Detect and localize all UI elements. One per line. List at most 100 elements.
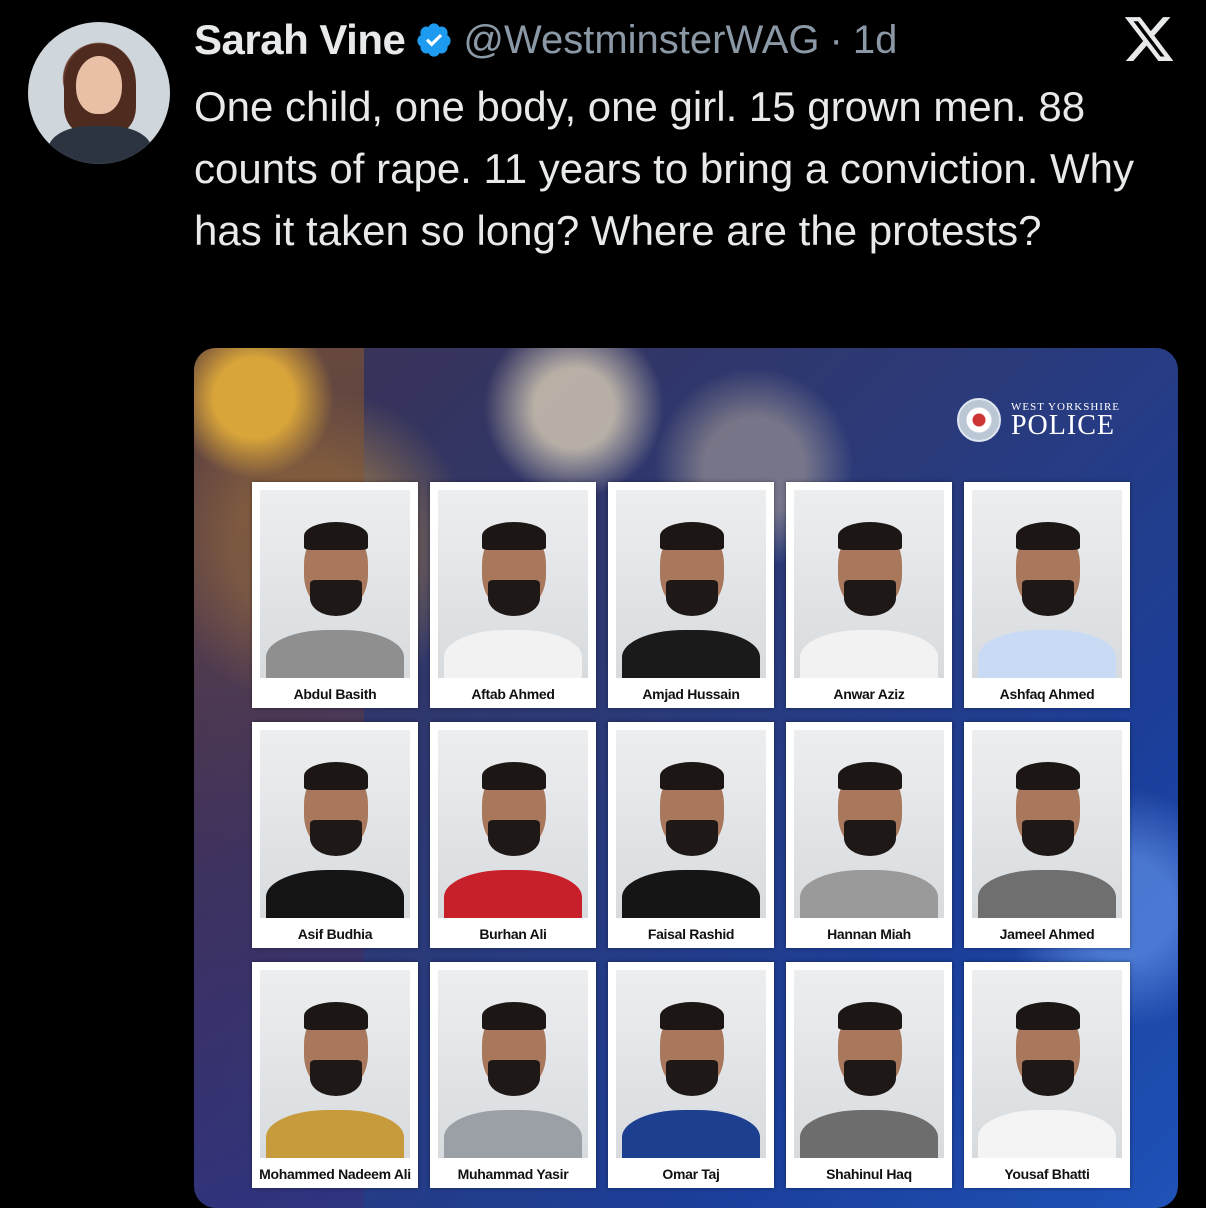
mugshot-shirt [444, 630, 582, 678]
avatar-face [76, 56, 122, 114]
tweet-header: Sarah Vine @WestminsterWAG · 1d [194, 12, 897, 68]
mugshot-beard [488, 580, 540, 616]
mugshot-beard [310, 580, 362, 616]
x-logo-icon [1124, 17, 1174, 61]
mugshot-name: Abdul Basith [293, 686, 377, 702]
mugshot-name: Asif Budhia [297, 926, 373, 942]
mugshot-name: Anwar Aziz [833, 686, 905, 702]
mugshot-hair [482, 522, 546, 550]
mugshot-name: Yousaf Bhatti [1004, 1166, 1090, 1182]
mugshot-hair [838, 1002, 902, 1030]
mugshot-name: Aftab Ahmed [471, 686, 555, 702]
tweet-media-image[interactable]: WEST YORKSHIRE POLICE Abdul Basith Aftab … [194, 348, 1178, 1208]
mugshot-name: Mohammed Nadeem Ali [259, 1166, 411, 1182]
mugshot-card: Omar Taj [608, 962, 774, 1188]
mugshot-photo [794, 490, 944, 678]
mugshot-beard [666, 580, 718, 616]
mugshot-shirt [622, 630, 760, 678]
mugshot-card: Hannan Miah [786, 722, 952, 948]
verified-badge-icon[interactable] [415, 21, 453, 59]
mugshot-beard [488, 1060, 540, 1096]
mugshot-shirt [266, 870, 404, 918]
mugshot-card: Shahinul Haq [786, 962, 952, 1188]
mugshot-name: Muhammad Yasir [457, 1166, 569, 1182]
police-logo: WEST YORKSHIRE POLICE [956, 398, 1120, 442]
mugshot-card: Yousaf Bhatti [964, 962, 1130, 1188]
mugshot-beard [666, 1060, 718, 1096]
tweet-text: One child, one body, one girl. 15 grown … [194, 83, 1135, 254]
mugshot-beard [310, 1060, 362, 1096]
mugshot-shirt [800, 870, 938, 918]
mugshot-hair [1016, 1002, 1080, 1030]
mugshot-card: Amjad Hussain [608, 482, 774, 708]
mugshot-photo [260, 970, 410, 1158]
mugshot-name: Shahinul Haq [826, 1166, 912, 1182]
mugshot-shirt [622, 870, 760, 918]
mugshot-photo [794, 970, 944, 1158]
mugshot-shirt [444, 1110, 582, 1158]
mugshot-hair [660, 762, 724, 790]
mugshot-name: Amjad Hussain [642, 686, 740, 702]
mugshot-card: Asif Budhia [252, 722, 418, 948]
mugshot-photo [616, 730, 766, 918]
mugshot-beard [844, 580, 896, 616]
mugshot-hair [660, 1002, 724, 1030]
mugshot-shirt [800, 630, 938, 678]
author-avatar[interactable] [28, 22, 170, 164]
mugshot-card: Aftab Ahmed [430, 482, 596, 708]
mugshot-grid: Abdul Basith Aftab Ahmed Amjad Hussain Anwa… [252, 482, 1130, 1188]
mugshot-hair [482, 762, 546, 790]
mugshot-photo [972, 730, 1122, 918]
mugshot-card: Muhammad Yasir [430, 962, 596, 1188]
separator-dot: · [829, 17, 843, 62]
mugshot-beard [666, 820, 718, 856]
mugshot-shirt [444, 870, 582, 918]
mugshot-photo [438, 490, 588, 678]
mugshot-card: Burhan Ali [430, 722, 596, 948]
mugshot-name: Jameel Ahmed [999, 926, 1095, 942]
mugshot-beard [844, 820, 896, 856]
mugshot-shirt [978, 1110, 1116, 1158]
author-name[interactable]: Sarah Vine [194, 16, 406, 64]
mugshot-beard [1022, 820, 1074, 856]
mugshot-shirt [800, 1110, 938, 1158]
mugshot-hair [838, 762, 902, 790]
tweet-timestamp[interactable]: 1d [853, 18, 898, 63]
avatar-body [48, 126, 152, 164]
mugshot-name: Omar Taj [662, 1166, 720, 1182]
mugshot-hair [1016, 522, 1080, 550]
author-handle[interactable]: @WestminsterWAG [463, 18, 819, 63]
mugshot-beard [488, 820, 540, 856]
mugshot-photo [438, 970, 588, 1158]
mugshot-card: Abdul Basith [252, 482, 418, 708]
mugshot-name: Hannan Miah [827, 926, 911, 942]
mugshot-beard [1022, 1060, 1074, 1096]
mugshot-card: Faisal Rashid [608, 722, 774, 948]
mugshot-photo [972, 970, 1122, 1158]
mugshot-shirt [622, 1110, 760, 1158]
mugshot-name: Ashfaq Ahmed [999, 686, 1095, 702]
mugshot-name: Faisal Rashid [647, 926, 735, 942]
mugshot-beard [310, 820, 362, 856]
mugshot-photo [616, 490, 766, 678]
mugshot-hair [838, 522, 902, 550]
mugshot-shirt [266, 630, 404, 678]
mugshot-shirt [978, 630, 1116, 678]
mugshot-photo [972, 490, 1122, 678]
mugshot-card: Jameel Ahmed [964, 722, 1130, 948]
mugshot-photo [794, 730, 944, 918]
mugshot-beard [1022, 580, 1074, 616]
mugshot-card: Anwar Aziz [786, 482, 952, 708]
mugshot-hair [660, 522, 724, 550]
mugshot-photo [616, 970, 766, 1158]
mugshot-photo [260, 490, 410, 678]
mugshot-hair [304, 522, 368, 550]
mugshot-name: Burhan Ali [479, 926, 547, 942]
police-badge-icon [956, 398, 1001, 442]
mugshot-hair [304, 762, 368, 790]
mugshot-photo [260, 730, 410, 918]
mugshot-hair [1016, 762, 1080, 790]
mugshot-shirt [266, 1110, 404, 1158]
mugshot-beard [844, 1060, 896, 1096]
mugshot-hair [304, 1002, 368, 1030]
